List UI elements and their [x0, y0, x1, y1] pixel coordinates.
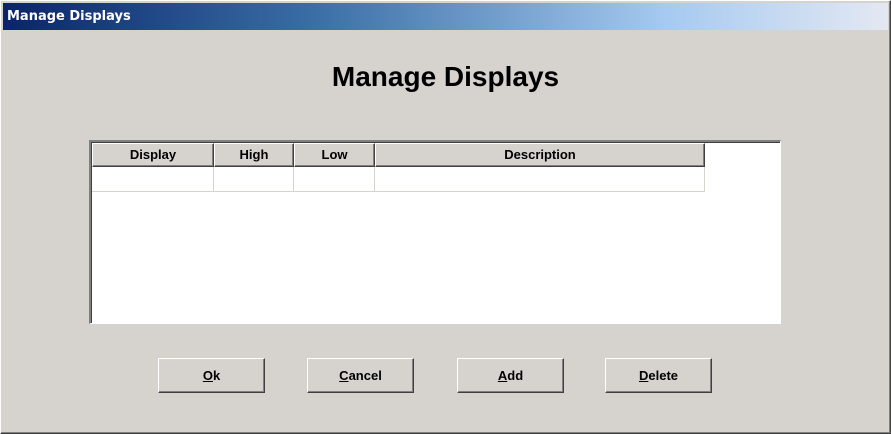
delete-label-rest: elete — [648, 368, 679, 383]
cancel-accel: C — [339, 368, 349, 383]
add-label-rest: dd — [507, 368, 524, 383]
window-title: Manage Displays — [7, 9, 131, 24]
title-bar[interactable]: Manage Displays — [3, 3, 888, 30]
column-header-low[interactable]: Low — [294, 143, 375, 167]
cancel-button[interactable]: Cancel — [307, 358, 414, 393]
table-row[interactable] — [92, 167, 705, 192]
ok-button[interactable]: Ok — [158, 358, 265, 393]
cancel-label-rest: ancel — [348, 368, 382, 383]
cell-high[interactable] — [214, 167, 294, 192]
column-header-high[interactable]: High — [214, 143, 294, 167]
add-button[interactable]: Add — [457, 358, 564, 393]
cell-low[interactable] — [294, 167, 375, 192]
ok-label-rest: k — [212, 368, 221, 383]
column-header-description[interactable]: Description — [375, 143, 705, 167]
ok-accel: O — [202, 368, 213, 383]
cell-display[interactable] — [92, 167, 214, 192]
page-title: Manage Displays — [331, 61, 560, 92]
manage-displays-window: Manage Displays Manage Displays Display … — [0, 0, 891, 434]
grid-header: Display High Low Description — [92, 143, 705, 167]
cell-description[interactable] — [375, 167, 705, 192]
column-header-display[interactable]: Display — [92, 143, 214, 167]
displays-grid[interactable]: Display High Low Description — [89, 140, 781, 324]
delete-accel: D — [638, 368, 649, 383]
delete-button[interactable]: Delete — [605, 358, 712, 393]
add-accel: A — [497, 368, 508, 383]
